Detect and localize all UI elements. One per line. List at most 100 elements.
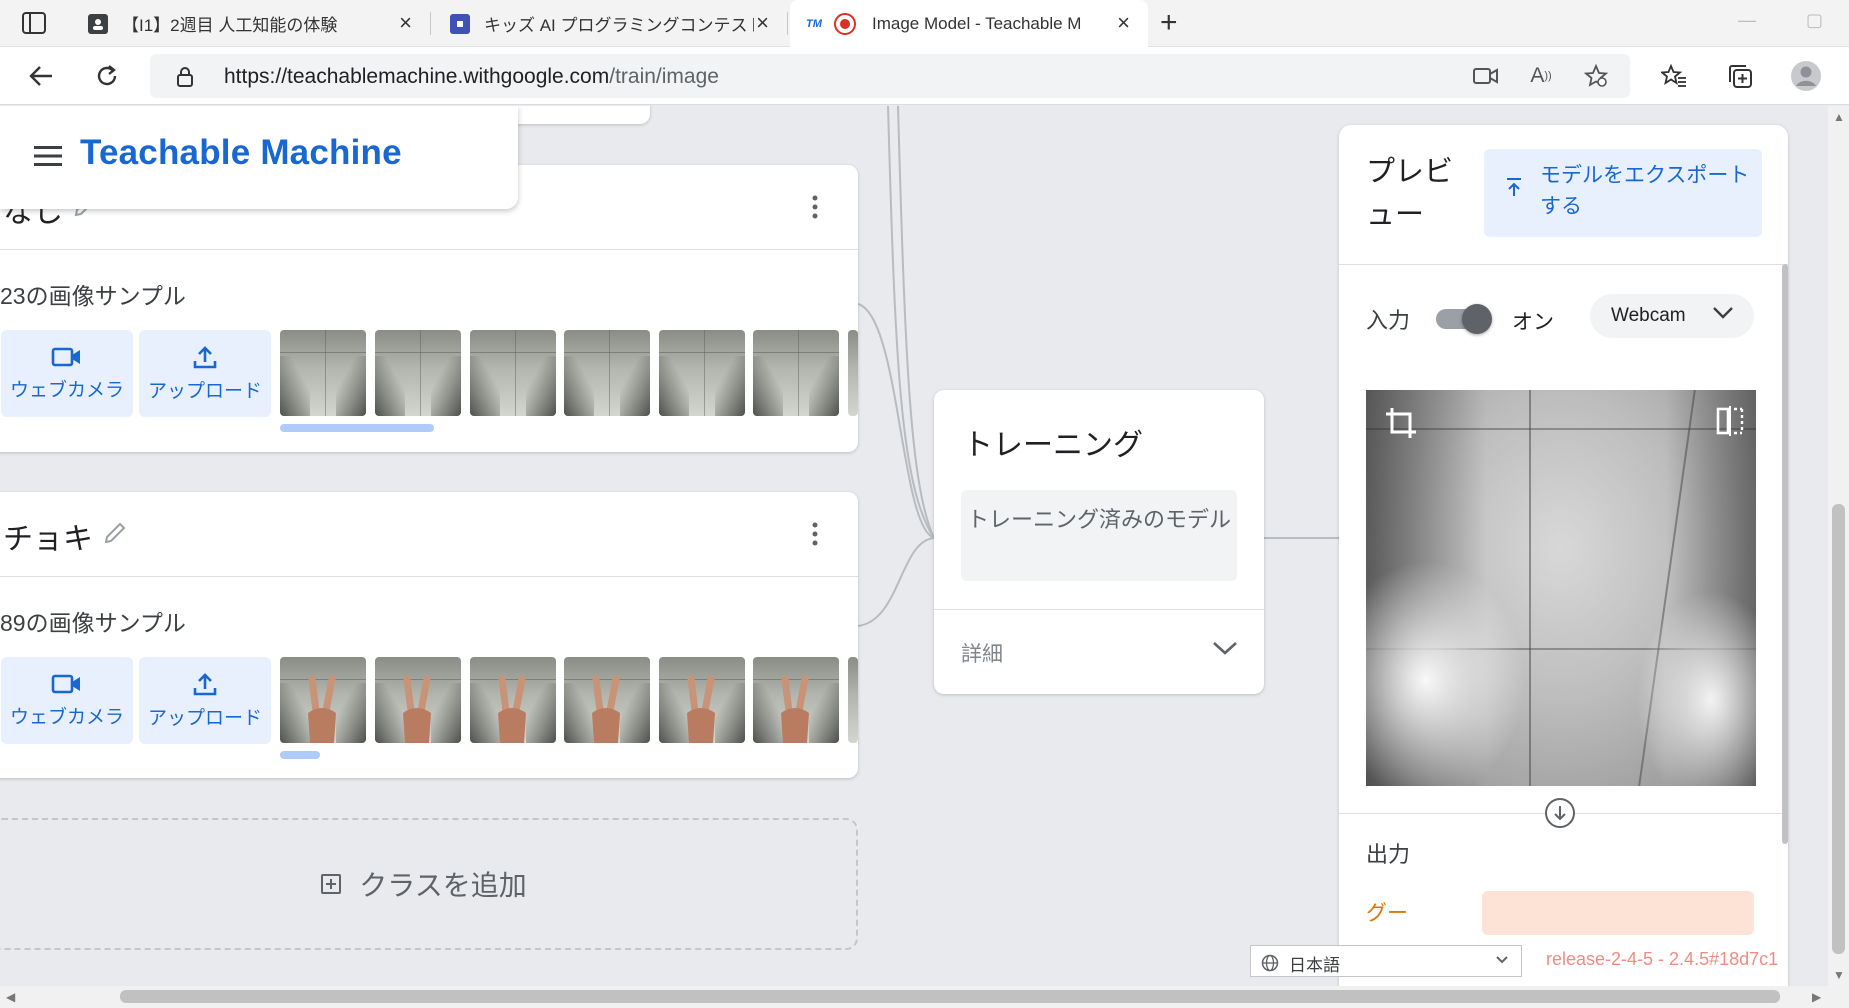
add-class-button[interactable]: クラスを追加 [0,818,858,950]
minimize-icon[interactable]: — [1738,10,1756,31]
profile-avatar[interactable] [1790,60,1822,92]
vertical-scrollbar-thumb[interactable] [1832,504,1845,954]
read-aloud-icon[interactable]: A)) [1525,60,1557,92]
train-model-button[interactable]: トレーニング済みのモデル [961,490,1237,581]
chevron-down-icon [1713,307,1733,319]
close-tab-icon[interactable]: × [399,12,412,34]
chevron-down-icon [1496,956,1508,964]
language-select[interactable]: 日本語 [1250,945,1522,977]
teachable-machine-page: なし 23の画像サンプル ウェブカメラ アップロード Teachable Mac… [0,106,1849,986]
upload-button[interactable]: アップロード [139,330,271,417]
sample-thumbnail[interactable] [375,330,461,416]
horizontal-scrollbar-thumb[interactable] [120,990,1780,1003]
sample-thumbnail[interactable] [753,330,839,416]
vertical-scrollbar[interactable]: ▲ ▼ [1828,106,1849,986]
tab-image-model[interactable]: TM Image Model - Teachable M × [790,0,1148,48]
peace-hand-icon [592,675,620,743]
peace-hand-icon [781,675,809,743]
webcam-icon [51,347,80,367]
app-logo[interactable]: Teachable Machine [80,133,402,173]
peace-hand-icon [498,675,526,743]
sample-thumbnail[interactable] [848,657,858,743]
peace-hand-icon [687,675,715,743]
tab-title: 【I1】2週目 人工知能の体験 [122,16,338,35]
sample-thumbnail[interactable] [470,330,556,416]
class-options-icon[interactable] [812,522,818,551]
camera-permission-icon[interactable] [1470,60,1502,92]
class-name[interactable]: チョキ [3,514,93,558]
new-tab-button[interactable]: + [1160,6,1178,40]
release-version: release-2-4-5 - 2.4.5#18d7c1 [1546,949,1779,969]
upload-label: アップロード [147,708,262,729]
contest-favicon-icon [450,13,470,34]
thumbnail-scrollbar[interactable] [280,751,320,759]
menu-icon[interactable] [34,146,62,171]
sample-thumbnail[interactable] [280,657,366,743]
add-class-label: クラスを追加 [359,870,527,901]
edit-name-icon[interactable] [102,520,128,551]
input-source-select[interactable]: Webcam [1590,294,1754,338]
close-tab-icon[interactable]: × [1117,12,1130,34]
sample-thumbnail[interactable] [848,330,858,416]
sample-thumbnail[interactable] [375,657,461,743]
export-label: モデルをエクスポートする [1540,164,1750,218]
sample-thumbnail[interactable] [564,657,650,743]
maximize-icon[interactable]: ▢ [1806,10,1823,31]
preview-card: プレビュー モデルをエクスポートする 入力 オン Webcam 出力 グー [1339,125,1788,986]
input-toggle[interactable] [1436,304,1492,334]
tab-actions-icon[interactable] [22,12,46,39]
thumbnail-scrollbar[interactable] [280,424,434,432]
sample-thumbnail[interactable] [753,657,839,743]
close-tab-icon[interactable]: × [756,12,769,34]
toggle-state-label: オン [1512,311,1554,334]
url-field[interactable]: https://teachablemachine.withgoogle.com/… [150,54,1630,98]
language-value: 日本語 [1289,956,1340,975]
sample-thumbnail[interactable] [659,657,745,743]
reload-button[interactable] [88,57,126,95]
sample-thumbnail[interactable] [280,330,366,416]
sample-thumbnail[interactable] [659,330,745,416]
webcam-label: ウェブカメラ [9,707,124,728]
app-header: Teachable Machine [0,106,518,209]
class-options-icon[interactable] [812,195,818,224]
tab-title: Image Model - Teachable M [872,14,1082,33]
preview-title: プレビュー [1366,156,1454,231]
chevron-down-icon[interactable] [1212,640,1238,661]
sample-thumbnail[interactable] [564,330,650,416]
training-card: トレーニング トレーニング済みのモデル 詳細 [934,390,1264,694]
peace-hand-icon [308,675,336,743]
peace-hand-icon [403,675,431,743]
webcam-button[interactable]: ウェブカメラ [1,657,133,744]
back-arrow-icon [29,66,52,86]
divider [1339,264,1788,265]
input-label: 入力 [1366,308,1411,333]
preview-scrollbar[interactable] [1782,264,1788,844]
upload-icon [193,673,217,696]
advanced-label[interactable]: 詳細 [961,638,1003,668]
class-header: チョキ [0,492,858,577]
collections-icon[interactable] [1724,60,1756,92]
sample-count: 89の画像サンプル [0,610,186,636]
reload-icon [97,65,117,86]
favorites-icon[interactable] [1658,60,1690,92]
back-button[interactable] [22,57,60,95]
sample-thumbnail[interactable] [470,657,556,743]
add-favorite-icon[interactable] [1580,60,1612,92]
person-card-icon [88,13,108,34]
divider [934,609,1264,610]
webcam-icon [51,674,80,694]
upload-label: アップロード [147,381,262,402]
upload-button[interactable]: アップロード [139,657,271,744]
horizontal-scrollbar[interactable]: ◀ ▶ [0,986,1849,1008]
tab-contest[interactable]: キッズ AI プログラミングコンテスト × [432,0,788,47]
training-title: トレーニング [963,429,1143,462]
webcam-button[interactable]: ウェブカメラ [1,330,133,417]
tab-lesson[interactable]: 【I1】2週目 人工知能の体験 × [70,0,431,47]
export-icon [1507,178,1521,196]
recording-icon [834,13,856,35]
flip-camera-icon[interactable] [1716,406,1744,441]
export-model-button[interactable]: モデルをエクスポートする [1484,149,1762,237]
output-class-label: グー [1366,902,1408,925]
crop-icon[interactable] [1384,406,1418,445]
add-box-icon [321,874,342,894]
